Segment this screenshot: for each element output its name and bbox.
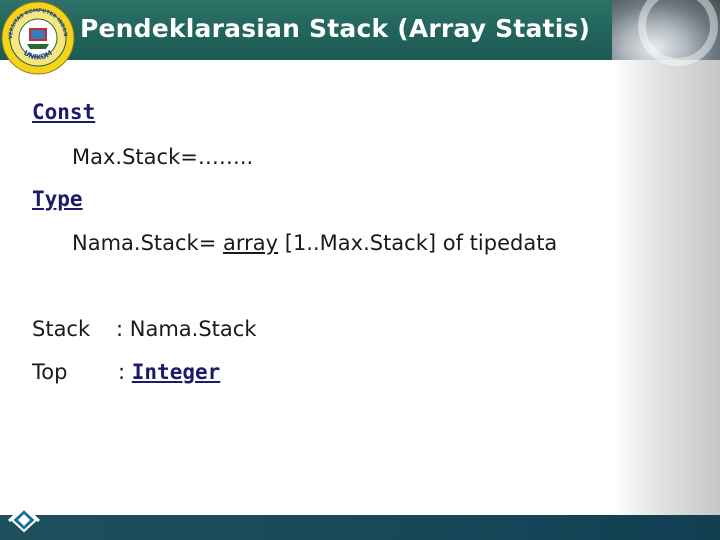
university-seal-icon: UNIVERSITAS KOMPUTER INDONESIA UNIKOM: [0, 0, 75, 75]
top-variable: Top: Integer: [32, 360, 220, 384]
bottom-bar: [0, 515, 720, 540]
type-declaration: Nama.Stack= array [1..Max.Stack] of tipe…: [72, 231, 557, 255]
type-keyword-line: Type: [32, 187, 83, 211]
const-text: Max.Stack=……..: [72, 145, 254, 169]
type-keyword: Type: [32, 187, 83, 211]
const-keyword-line: Const: [32, 100, 95, 124]
array-keyword: array: [223, 231, 279, 255]
const-keyword: Const: [32, 100, 96, 124]
slide: Pendeklarasian Stack (Array Statis) UNIV…: [0, 0, 720, 540]
metallic-corner-decor: [612, 0, 720, 66]
const-declaration: Max.Stack=……..: [72, 145, 253, 169]
stack-variable: Stack: Nama.Stack: [32, 317, 256, 341]
top-var-name: Top: [32, 360, 68, 384]
stack-var-type: Nama.Stack: [129, 317, 257, 341]
diamond-nav-icon[interactable]: [7, 503, 41, 533]
right-decor-panel: [612, 0, 720, 515]
slide-title: Pendeklarasian Stack (Array Statis): [80, 14, 591, 43]
type-prefix: Nama.Stack=: [72, 231, 223, 255]
integer-keyword: Integer: [131, 360, 221, 384]
stack-var-name: Stack: [32, 317, 91, 341]
stack-var-sep: :: [116, 317, 130, 341]
top-var-sep: :: [118, 360, 132, 384]
type-suffix: [1..Max.Stack] of tipedata: [278, 231, 558, 255]
